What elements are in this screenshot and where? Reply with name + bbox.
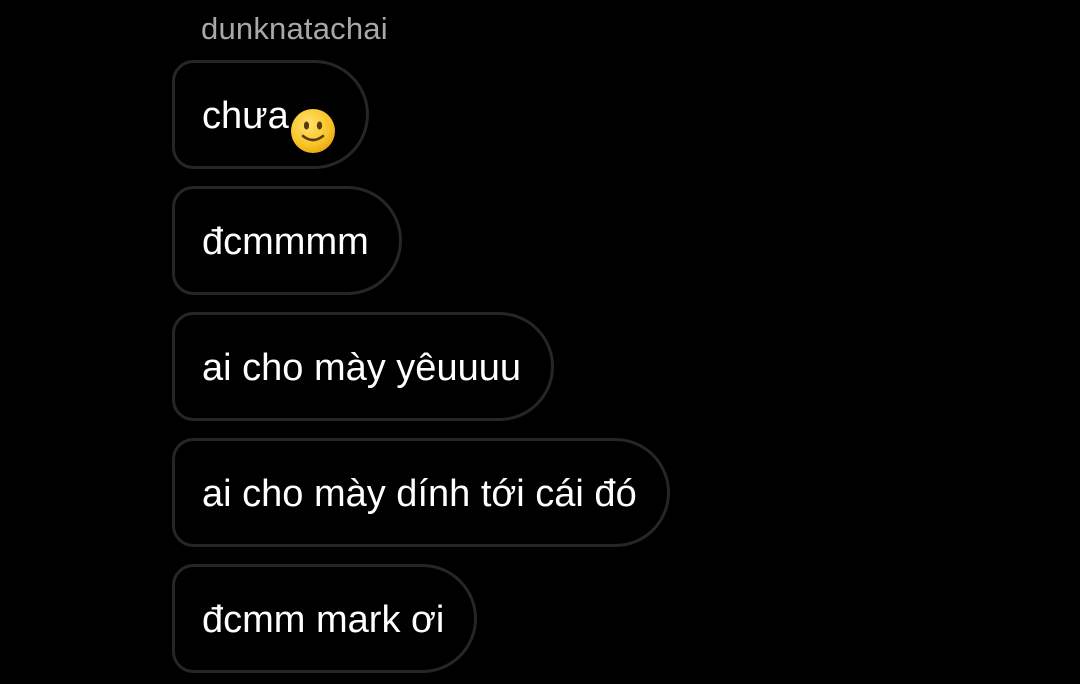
message-bubble[interactable]: đcmmmm (172, 186, 402, 295)
message-thread: dunknatachai chưa đcmmmm ai cho mày yêuu… (0, 0, 1080, 684)
message-text: đcmm mark ơi (202, 598, 445, 641)
message-bubble[interactable]: chưa (172, 60, 369, 169)
message-text: ai cho mày yêuuuu (202, 346, 521, 389)
message-text: ai cho mày dính tới cái đó (202, 472, 637, 515)
message-bubble[interactable]: ai cho mày dính tới cái đó (172, 438, 670, 547)
message-text: chưa (202, 94, 289, 137)
slightly-smiling-face-icon (290, 91, 336, 153)
message-bubble[interactable]: đcmm mark ơi (172, 564, 478, 673)
message-bubble[interactable]: ai cho mày yêuuuu (172, 312, 554, 421)
message-text: đcmmmm (202, 220, 369, 263)
sender-name: dunknatachai (201, 11, 388, 46)
